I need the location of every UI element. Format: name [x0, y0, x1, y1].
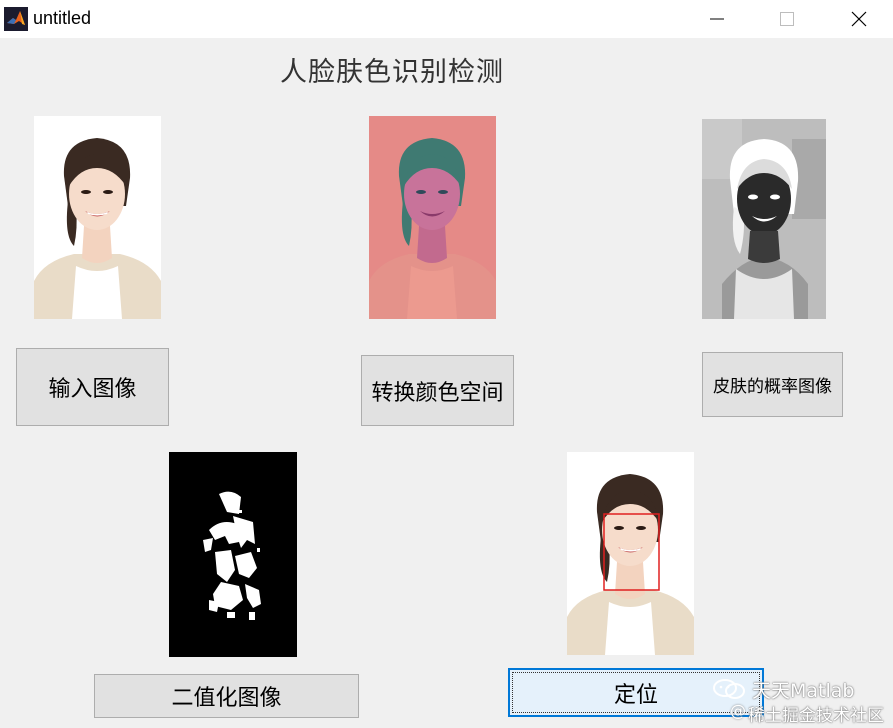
grayscale-skin-probability-map	[702, 119, 826, 319]
probability-image-axes	[702, 119, 826, 319]
page-title: 人脸肤色识别检测	[280, 57, 504, 88]
converted-image-axes	[369, 116, 496, 319]
minimize-button[interactable]	[694, 0, 740, 38]
matlab-logo-icon	[4, 7, 28, 31]
maximize-icon	[780, 12, 794, 26]
watermark-account: 天天Matlab	[752, 680, 855, 702]
at-icon: @	[730, 701, 746, 720]
skin-probability-button[interactable]: 皮肤的概率图像	[702, 352, 843, 417]
binary-image-axes	[169, 452, 297, 657]
convert-color-space-button[interactable]: 转换颜色空间	[361, 355, 514, 426]
black-white-binary-mask	[169, 452, 297, 657]
minimize-icon	[710, 18, 724, 20]
close-button[interactable]	[836, 0, 882, 38]
input-image-axes	[34, 116, 161, 319]
figure-window: untitled 人脸肤色识别检测 输入图像 转换颜色空间 皮肤的概率图像 二值…	[0, 0, 893, 728]
input-image-button[interactable]: 输入图像	[16, 348, 169, 426]
ycbcr-tinted-portrait	[369, 116, 496, 319]
maximize-button[interactable]	[764, 0, 810, 38]
close-icon	[851, 11, 867, 27]
window-title: untitled	[33, 8, 92, 28]
portrait-with-face-bounding-box	[567, 452, 694, 655]
title-bar: untitled	[0, 0, 893, 38]
watermark-source: 稀土掘金技术社区	[748, 706, 884, 726]
located-image-axes	[567, 452, 694, 655]
binarize-button[interactable]: 二值化图像	[94, 674, 359, 718]
portrait-photo	[34, 116, 161, 319]
